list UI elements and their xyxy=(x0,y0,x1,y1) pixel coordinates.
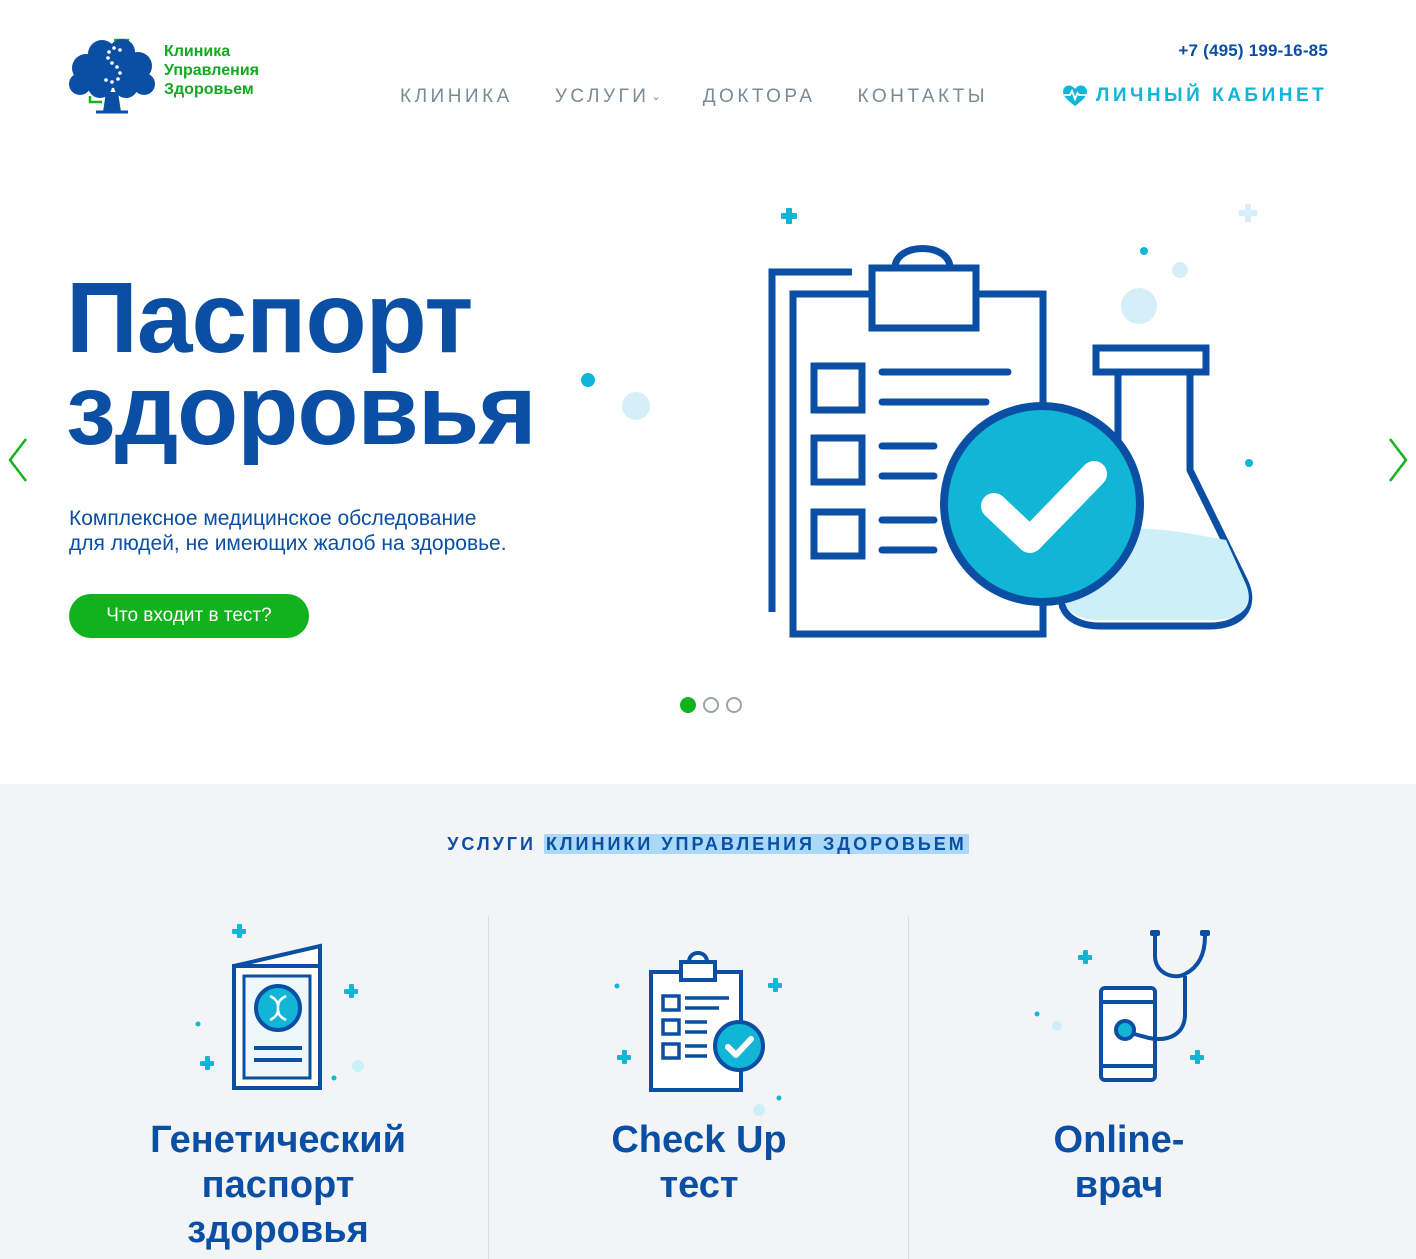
nav-item-clinic[interactable]: КЛИНИКА xyxy=(400,86,513,108)
clipboard-flask-illustration-icon xyxy=(768,204,1257,638)
site-header: Клиника Управления Здоровьем +7 (495) 19… xyxy=(0,0,1416,130)
chevron-left-icon[interactable] xyxy=(6,436,30,484)
personal-account-label: ЛИЧНЫЙ КАБИНЕТ xyxy=(1096,85,1328,106)
service-card-title-line-1: Генетический xyxy=(150,1119,406,1161)
service-card-genetic-passport[interactable]: Генетический паспорт здоровья xyxy=(68,916,488,1259)
service-card-checkup-test[interactable]: Check Up тест xyxy=(488,916,908,1259)
checkup-clipboard-icon xyxy=(614,951,782,1116)
chevron-right-icon[interactable] xyxy=(1386,436,1410,484)
hero-title-line-1: Паспорт xyxy=(66,262,473,374)
logo-wordmark: Клиника Управления Здоровьем xyxy=(164,42,259,99)
service-card-title-line-2: врач xyxy=(1074,1164,1164,1206)
service-card-title: Генетический паспорт здоровья xyxy=(68,1118,488,1253)
nav-item-services[interactable]: УСЛУГИ ⌄ xyxy=(555,86,661,108)
service-card-title-line-3: здоровья xyxy=(187,1209,369,1251)
whats-included-button[interactable]: Что входит в тест? xyxy=(69,594,309,638)
nav-item-doctors[interactable]: ДОКТОРА xyxy=(703,86,816,108)
hero-title: Паспорт здоровья xyxy=(66,262,537,466)
site-logo[interactable]: Клиника Управления Здоровьем xyxy=(66,36,286,116)
personal-account-link[interactable]: ЛИЧНЫЙ КАБИНЕТ xyxy=(1062,84,1327,108)
hero-subtitle-line-2: для людей, не имеющих жалоб на здоровье. xyxy=(69,532,507,555)
services-heading-part-1: УСЛУГИ xyxy=(447,834,536,854)
chevron-down-icon: ⌄ xyxy=(651,91,661,103)
services-heading-part-2: КЛИНИКИ УПРАВЛЕНИЯ ЗДОРОВЬЕМ xyxy=(543,834,969,854)
genetic-passport-icon xyxy=(195,924,364,1090)
hero-subtitle-line-1: Комплексное медицинское обследование xyxy=(69,507,477,530)
main-nav: КЛИНИКА УСЛУГИ ⌄ ДОКТОРА КОНТАКТЫ xyxy=(400,86,1030,108)
service-card-title: Online- врач xyxy=(909,1118,1329,1208)
service-card-title-line-1: Online- xyxy=(1053,1119,1185,1161)
phone-link[interactable]: +7 (495) 199-16-85 xyxy=(1178,41,1328,61)
service-card-title-line-2: паспорт xyxy=(201,1164,355,1206)
service-card-title: Check Up тест xyxy=(489,1118,909,1208)
bubble-decoration-icon xyxy=(581,373,650,420)
logo-line-2: Управления xyxy=(164,62,259,79)
nav-item-contacts[interactable]: КОНТАКТЫ xyxy=(858,86,989,108)
service-card-title-line-2: тест xyxy=(659,1164,739,1206)
slider-dot-2[interactable] xyxy=(703,697,719,713)
service-card-online-doctor[interactable]: Online- врач xyxy=(908,916,1328,1259)
services-heading: УСЛУГИ КЛИНИКИ УПРАВЛЕНИЯ ЗДОРОВЬЕМ xyxy=(0,834,1416,855)
slider-dot-3[interactable] xyxy=(726,697,742,713)
logo-line-3: Здоровьем xyxy=(164,81,254,98)
slider-dot-1[interactable] xyxy=(680,697,696,713)
service-card-title-line-1: Check Up xyxy=(611,1119,787,1161)
slider-pagination xyxy=(680,697,742,713)
hero-title-line-2: здоровья xyxy=(66,354,537,466)
heart-pulse-icon xyxy=(1063,85,1087,106)
hero-subtitle: Комплексное медицинское обследование для… xyxy=(69,506,507,556)
nav-item-services-label: УСЛУГИ xyxy=(554,86,650,107)
phone-stethoscope-icon xyxy=(1034,930,1210,1082)
services-section: УСЛУГИ КЛИНИКИ УПРАВЛЕНИЯ ЗДОРОВЬЕМ Гене… xyxy=(0,784,1416,1259)
logo-line-1: Клиника xyxy=(164,43,231,60)
tree-logo-icon xyxy=(69,38,155,114)
